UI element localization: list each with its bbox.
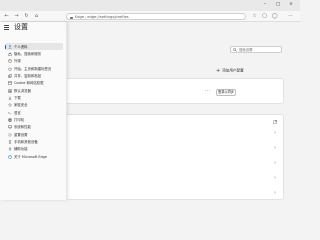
sidebar-item-label: 系统和性能 — [14, 125, 31, 130]
chevron-right-icon[interactable]: › — [274, 131, 276, 136]
sidebar-item[interactable]: 共享、复制和粘贴 — [5, 72, 63, 79]
sidebar-item[interactable]: 开始、主页和新建标签页 — [5, 65, 63, 72]
collections-icon[interactable]: ▢ — [262, 14, 267, 19]
download-icon — [8, 96, 12, 100]
browser-icon — [8, 89, 12, 93]
address-host: Edge — [75, 15, 85, 19]
external-link-icon[interactable] — [273, 120, 277, 124]
search-input[interactable] — [239, 47, 281, 53]
sidebar-item[interactable]: 关于 Microsoft Edge — [5, 153, 63, 160]
language-icon: A文 — [8, 111, 12, 115]
favorites-icon[interactable]: ☆ — [252, 14, 257, 19]
sidebar-item-label: 默认浏览器 — [14, 88, 31, 93]
sidebar-item[interactable]: 手机和其他设备 — [5, 138, 63, 145]
accessibility-icon — [8, 147, 12, 152]
add-profile-button[interactable]: + 添加用户配置 — [216, 68, 244, 74]
appearance-icon — [8, 59, 12, 64]
share-icon — [8, 74, 12, 78]
sidebar-item-label: 辅助功能 — [14, 147, 28, 152]
more-icon[interactable]: ⋯ — [288, 14, 293, 19]
back-icon[interactable]: ← — [4, 14, 9, 19]
sidebar-item[interactable]: 辅助功能 — [5, 146, 63, 153]
maximize-icon[interactable]: □ — [275, 2, 281, 8]
printer-icon — [8, 118, 12, 122]
sidebar-item-label: 关于 Microsoft Edge — [14, 154, 47, 159]
sidebar-item-label: 打印机 — [14, 118, 25, 123]
sidebar-item[interactable]: 外观 — [5, 58, 63, 65]
address-bar[interactable]: Edge|edge://settings/profiles — [66, 13, 246, 20]
sidebar-item[interactable]: 个人资料 — [5, 43, 63, 51]
site-info-icon[interactable] — [70, 15, 73, 19]
profile-icon[interactable]: ◯ — [272, 14, 278, 19]
forward-icon[interactable]: → — [14, 14, 19, 19]
address-text: Edge|edge://settings/profiles — [75, 15, 129, 19]
chevron-right-icon[interactable]: › — [274, 176, 276, 181]
tab-strip: – □ × — [0, 0, 300, 11]
sidebar-item-label: 个人资料 — [14, 44, 28, 49]
person-icon — [8, 44, 12, 49]
sidebar-item[interactable]: 打印机 — [5, 116, 63, 123]
page-title: 设置 — [14, 23, 28, 31]
profile-card: ··· 登录以同步 — [58, 78, 284, 104]
sidebar-list: 个人资料隐私、搜索和服务 外观开始、主页和新建标签页 共享、复制和粘贴 Cookie … — [5, 43, 63, 161]
sidebar-item-label: 共享、复制和粘贴 — [14, 73, 42, 78]
family-icon — [8, 103, 12, 108]
more-options-button[interactable]: ··· — [205, 89, 211, 94]
reset-icon — [8, 133, 12, 137]
sidebar-item-label: 外观 — [14, 59, 21, 64]
sidebar-item[interactable]: 重置设置 — [5, 131, 63, 138]
sidebar-item[interactable]: A文语言 — [5, 109, 63, 116]
chevron-right-icon[interactable]: › — [274, 146, 276, 151]
sidebar-item[interactable]: 系统和性能 — [5, 124, 63, 131]
minimize-icon[interactable]: – — [262, 2, 268, 8]
sidebar-item-label: 隐私、搜索和服务 — [14, 51, 42, 56]
settings-sidebar: 设置 个人资料隐私、搜索和服务 外观开始、主页和新建标签页 共享、复制和粘贴 Cook… — [0, 22, 67, 200]
menu-icon[interactable] — [4, 25, 10, 31]
sidebar-item-label: 重置设置 — [14, 132, 28, 137]
browser-toolbar: ← → ↻ ⌂ Edge|edge://settings/profiles ☆ … — [0, 11, 300, 22]
search-icon — [233, 48, 237, 52]
chevron-right-icon[interactable]: › — [274, 161, 276, 166]
profile-settings-card: › › › › › — [58, 114, 284, 200]
sidebar-item[interactable]: 家庭安全 — [5, 102, 63, 109]
settings-search[interactable] — [230, 46, 282, 53]
system-icon — [8, 125, 12, 130]
sidebar-item[interactable]: 默认浏览器 — [5, 87, 63, 94]
sign-in-button[interactable]: 登录以同步 — [216, 89, 236, 96]
add-profile-label: 添加用户配置 — [222, 68, 244, 73]
power-icon — [8, 67, 12, 71]
svg-text:A: A — [8, 111, 10, 114]
plus-icon: + — [216, 68, 221, 74]
sidebar-item-label: 手机和其他设备 — [14, 140, 38, 145]
edge-icon — [8, 154, 12, 159]
chevron-right-icon[interactable]: › — [274, 191, 276, 196]
address-url: edge://settings/profiles — [87, 15, 129, 19]
sidebar-item[interactable]: Cookie 和网站权限 — [5, 80, 63, 87]
sidebar-item-label: 下载 — [14, 96, 21, 100]
sidebar-item-label: 开始、主页和新建标签页 — [14, 66, 52, 71]
svg-text:文: 文 — [10, 112, 12, 114]
sidebar-item-label: 语言 — [14, 110, 21, 115]
sidebar-item-label: Cookie 和网站权限 — [14, 81, 44, 86]
sidebar-item[interactable]: 下载 — [5, 94, 63, 101]
site-permissions-icon — [8, 81, 12, 85]
lock-icon — [8, 52, 12, 56]
sidebar-item[interactable]: 隐私、搜索和服务 — [5, 50, 63, 57]
home-icon[interactable]: ⌂ — [34, 14, 39, 19]
sidebar-item-label: 家庭安全 — [14, 103, 28, 108]
phone-icon — [9, 140, 11, 144]
close-icon[interactable]: × — [288, 2, 294, 8]
refresh-icon[interactable]: ↻ — [24, 14, 29, 19]
